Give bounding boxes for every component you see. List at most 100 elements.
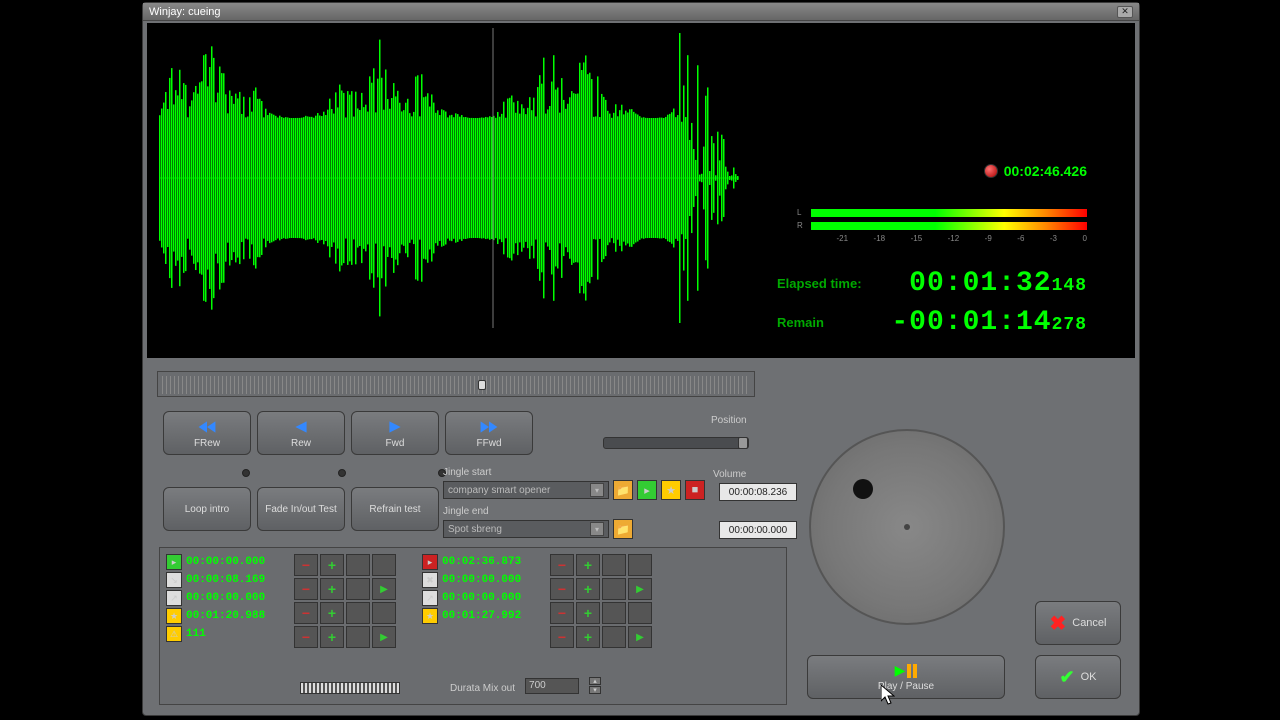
cue-row[interactable]: ★00:01:27.992	[422, 608, 542, 624]
cue-cell[interactable]	[602, 626, 626, 648]
cue-icon: ▸	[422, 554, 438, 570]
cue-time: 00:00:00.000	[442, 574, 521, 586]
cue-cell[interactable]	[346, 578, 370, 600]
cue-cell[interactable]	[346, 626, 370, 648]
jog-center	[904, 524, 910, 530]
status-dot-icon	[984, 164, 998, 178]
jingle-end-folder-button[interactable]: 📁	[613, 519, 633, 539]
cue-cell[interactable]	[550, 554, 574, 576]
cue-cell[interactable]	[550, 626, 574, 648]
mixout-up[interactable]: ▴	[589, 677, 601, 685]
cue-cell[interactable]	[576, 626, 600, 648]
fwd-icon	[381, 418, 409, 436]
play-pause-icon: ▶	[895, 662, 918, 679]
cue-cell[interactable]	[294, 626, 318, 648]
elapsed-value: 00:01:32148	[909, 268, 1087, 299]
cue-cell[interactable]	[628, 602, 652, 624]
jingle-start-play-button[interactable]: ▸	[637, 480, 657, 500]
cue-time: 00:00:08.169	[186, 574, 265, 586]
loop-intro-button[interactable]: Loop intro	[163, 487, 251, 531]
close-button[interactable]: ✕	[1117, 6, 1133, 18]
scrub-track[interactable]	[157, 371, 755, 397]
cue-cell[interactable]	[602, 602, 626, 624]
cue-cell[interactable]	[602, 578, 626, 600]
window-title: Winjay: cueing	[149, 6, 221, 18]
jingle-start-folder-button[interactable]: 📁	[613, 480, 633, 500]
dropdown-arrow-icon: ▾	[590, 522, 604, 536]
jingle-start-stop-button[interactable]: ■	[685, 480, 705, 500]
cue-icon: ↗	[166, 590, 182, 606]
jingle-end-select[interactable]: Spot sbreng ▾	[443, 520, 609, 538]
elapsed-label: Elapsed time:	[777, 276, 862, 291]
cue-icon: ↘	[166, 572, 182, 588]
cue-cell[interactable]	[576, 578, 600, 600]
mixout-input[interactable]	[525, 678, 579, 694]
cue-cell[interactable]	[372, 578, 396, 600]
jog-position-dot	[853, 479, 873, 499]
cue-icon: ▸	[166, 554, 182, 570]
cue-cell[interactable]	[628, 578, 652, 600]
cue-cell[interactable]	[294, 578, 318, 600]
jog-wheel[interactable]	[809, 429, 1005, 625]
cue-cell[interactable]	[372, 626, 396, 648]
indicator-dots	[242, 469, 446, 477]
cue-cell[interactable]	[576, 554, 600, 576]
cue-cell[interactable]	[320, 602, 344, 624]
vu-left-bar	[811, 209, 1087, 217]
cue-cell[interactable]	[320, 578, 344, 600]
frew-button[interactable]: FRew	[163, 411, 251, 455]
cue-cell[interactable]	[628, 554, 652, 576]
cue-cell[interactable]	[320, 554, 344, 576]
cue-cell[interactable]	[602, 554, 626, 576]
cue-icon: ✖	[422, 572, 438, 588]
jingle-start-star-button[interactable]: ★	[661, 480, 681, 500]
scrub-handle[interactable]	[478, 380, 486, 390]
cue-cell[interactable]	[550, 602, 574, 624]
jingle-area: Jingle start company smart opener ▾ 📁 ▸ …	[443, 467, 753, 545]
jingle-start-select[interactable]: company smart opener ▾	[443, 481, 609, 499]
cue-row[interactable]: ▸00:00:00.000	[166, 554, 286, 570]
mixout-down[interactable]: ▾	[589, 686, 601, 694]
refrain-test-button[interactable]: Refrain test	[351, 487, 439, 531]
cue-row[interactable]: ★ 00:01:20.988	[166, 608, 286, 624]
cue-icon: ⚠	[166, 626, 182, 642]
ffwd-button[interactable]: FFwd	[445, 411, 533, 455]
cue-time: 00:02:36.873	[442, 556, 521, 568]
cue-row[interactable]: ⚠111	[166, 626, 286, 642]
app-window: Winjay: cueing ✕ 00:02:46.426 L R -21-18…	[142, 2, 1140, 716]
cue-cell[interactable]	[576, 602, 600, 624]
cue-cell[interactable]	[372, 602, 396, 624]
vu-meters: L R -21-18-15-12-9-6-30	[797, 208, 1087, 243]
dropdown-arrow-icon: ▾	[590, 483, 604, 497]
db-scale: -21-18-15-12-9-6-30	[797, 234, 1087, 243]
position-slider[interactable]	[603, 437, 749, 449]
vu-right-bar	[811, 222, 1087, 230]
cue-row[interactable]: ↗00:00:00.000	[422, 590, 542, 606]
cue-time: 00:01:20.988	[186, 610, 265, 622]
frew-icon	[193, 418, 221, 436]
cue-cell[interactable]	[294, 602, 318, 624]
fwd-button[interactable]: Fwd	[351, 411, 439, 455]
jingle-end-label: Jingle end	[443, 506, 753, 517]
cue-row[interactable]: ↘ 00:00:08.169	[166, 572, 286, 588]
rew-button[interactable]: Rew	[257, 411, 345, 455]
cancel-button[interactable]: ✖ Cancel	[1035, 601, 1121, 645]
waveform-display[interactable]	[159, 28, 739, 328]
cue-cell[interactable]	[550, 578, 574, 600]
ok-icon: ✔	[1060, 667, 1075, 688]
cue-time: 00:00:00.000	[442, 592, 521, 604]
cue-icon: ★	[166, 608, 182, 624]
cue-cell[interactable]	[320, 626, 344, 648]
position-handle[interactable]	[738, 437, 748, 449]
cue-row[interactable]: ✖ 00:00:00.000	[422, 572, 542, 588]
play-pause-button[interactable]: ▶ Play / Pause	[807, 655, 1005, 699]
cue-row[interactable]: ↗00:00:00.000	[166, 590, 286, 606]
cue-cell[interactable]	[628, 626, 652, 648]
cue-row[interactable]: ▸ 00:02:36.873	[422, 554, 542, 570]
cue-cell[interactable]	[294, 554, 318, 576]
cue-cell[interactable]	[372, 554, 396, 576]
cue-cell[interactable]	[346, 602, 370, 624]
cue-cell[interactable]	[346, 554, 370, 576]
ok-button[interactable]: ✔ OK	[1035, 655, 1121, 699]
fade-test-button[interactable]: Fade In/out Test	[257, 487, 345, 531]
